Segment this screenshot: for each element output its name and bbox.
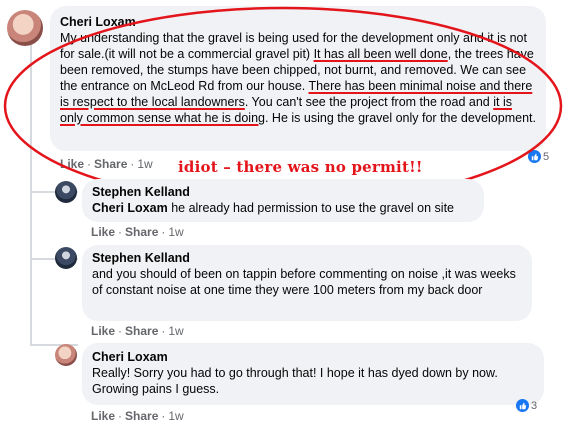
underlined-phrase: It has all been well done	[313, 47, 448, 61]
reaction-count: 5	[543, 150, 550, 163]
like-button[interactable]: Like	[91, 324, 115, 338]
avatar[interactable]	[7, 10, 43, 46]
comment-author[interactable]: Stephen Kelland	[92, 185, 474, 199]
comment-bubble: Cheri Loxam My understanding that the gr…	[50, 6, 546, 151]
avatar[interactable]	[55, 247, 77, 269]
like-icon	[516, 399, 529, 412]
comment-bubble: Stephen Kelland Cheri Loxam he already h…	[82, 179, 484, 222]
comment-actions: Like · Share · 1w	[60, 157, 153, 171]
mention-link[interactable]: Cheri Loxam	[92, 201, 168, 215]
thread-line	[30, 42, 32, 345]
annotation-text: idiot – there was no permit!!	[178, 158, 423, 176]
like-button[interactable]: Like	[60, 157, 84, 171]
reaction-badge[interactable]: 5	[528, 150, 549, 163]
comment-actions: Like · Share · 1w	[91, 225, 184, 239]
comment-author[interactable]: Stephen Kelland	[92, 251, 522, 265]
comment-text: and you should of been on tappin before …	[92, 267, 516, 297]
reaction-count: 3	[531, 399, 538, 412]
timestamp[interactable]: 1w	[168, 409, 183, 423]
share-button[interactable]: Share	[125, 409, 158, 423]
like-icon	[528, 150, 541, 163]
share-button[interactable]: Share	[94, 157, 127, 171]
reaction-badge[interactable]: 3	[516, 399, 537, 412]
comment-author[interactable]: Cheri Loxam	[92, 350, 534, 364]
comment-bubble: Cheri Loxam Really! Sorry you had to go …	[82, 343, 544, 405]
comment-actions: Like · Share · 1w	[91, 409, 184, 423]
share-button[interactable]: Share	[125, 225, 158, 239]
comment-text: Cheri Loxam he already had permission to…	[92, 201, 454, 215]
like-button[interactable]: Like	[91, 409, 115, 423]
comment-text: Really! Sorry you had to go through that…	[92, 366, 498, 396]
share-button[interactable]: Share	[125, 324, 158, 338]
comment-text: My understanding that the gravel is bein…	[60, 31, 536, 125]
avatar[interactable]	[55, 344, 77, 366]
timestamp[interactable]: 1w	[137, 157, 152, 171]
comment-author[interactable]: Cheri Loxam	[60, 15, 536, 29]
timestamp[interactable]: 1w	[168, 324, 183, 338]
comment-bubble: Stephen Kelland and you should of been o…	[82, 245, 532, 321]
comment-actions: Like · Share · 1w	[91, 324, 184, 338]
like-button[interactable]: Like	[91, 225, 115, 239]
avatar[interactable]	[55, 181, 77, 203]
timestamp[interactable]: 1w	[168, 225, 183, 239]
